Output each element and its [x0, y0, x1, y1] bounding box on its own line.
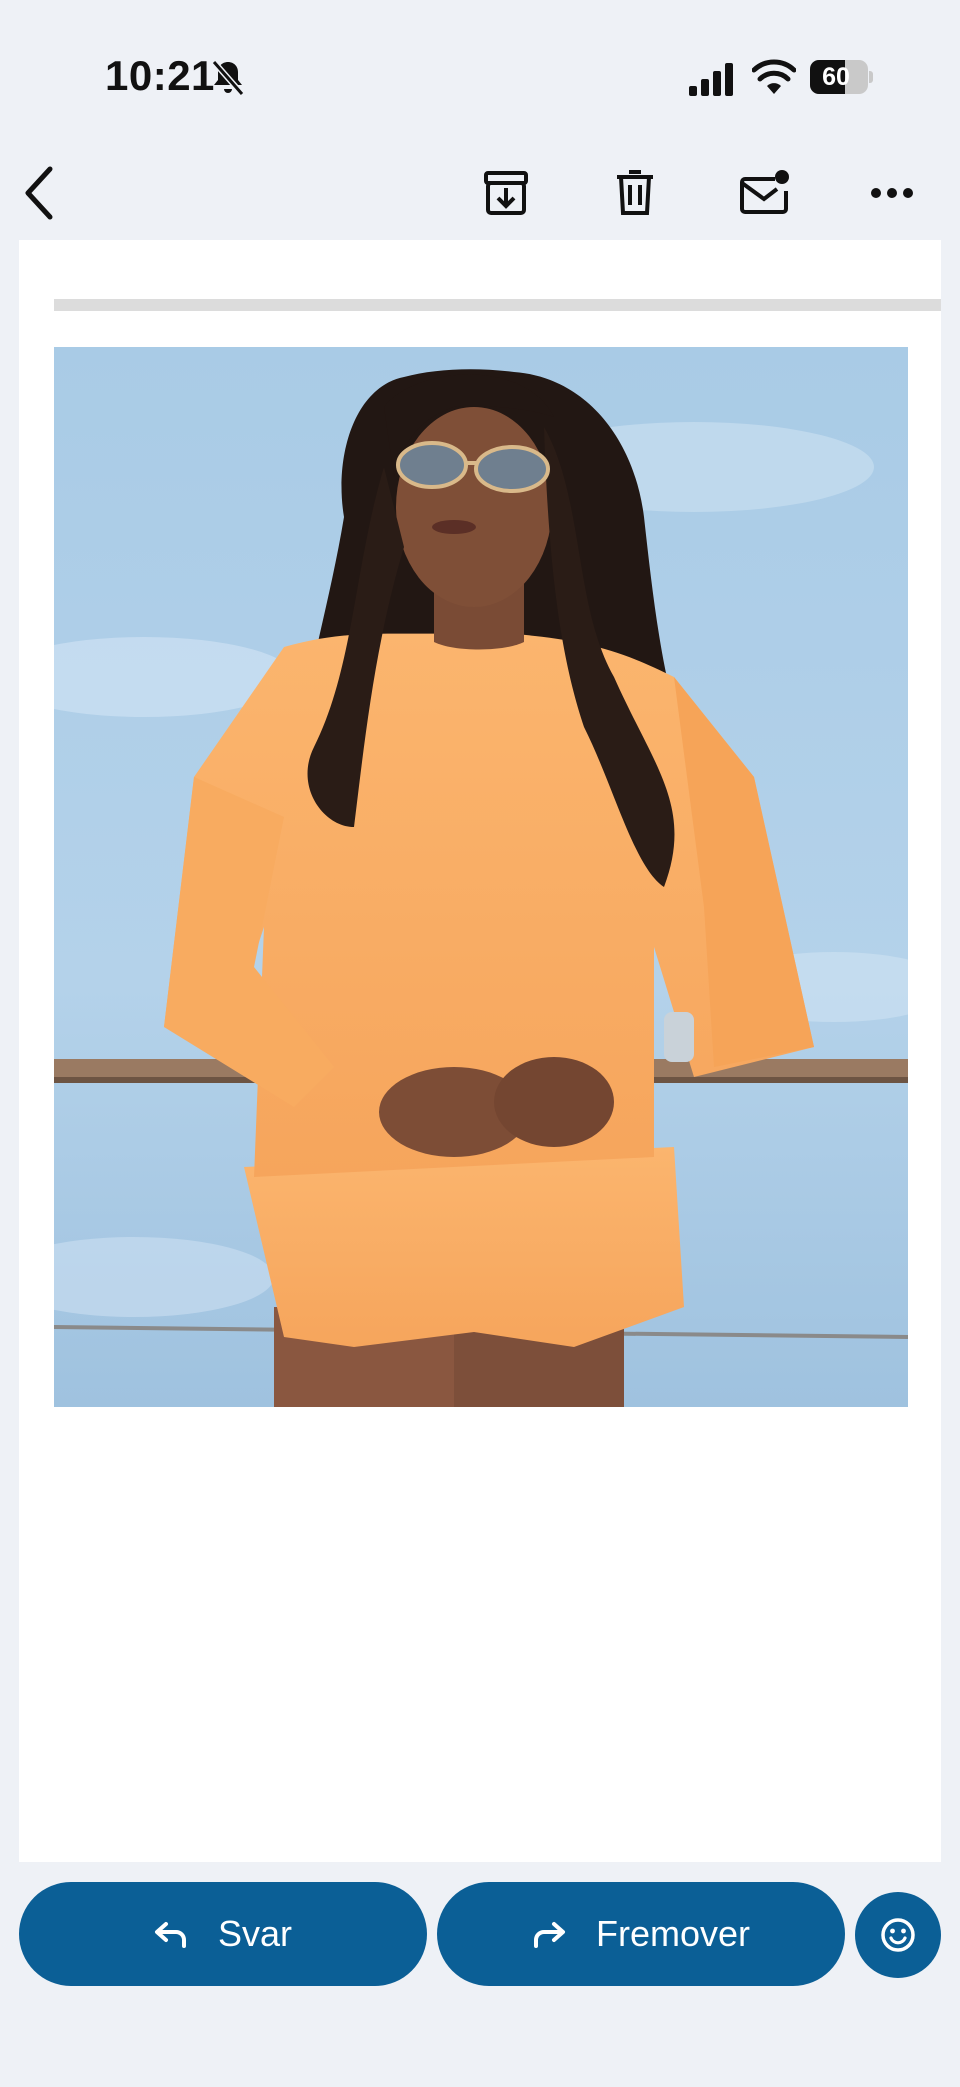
wifi-icon [752, 59, 796, 94]
photo-illustration [54, 347, 908, 1407]
mark-unread-button[interactable] [730, 158, 800, 228]
battery-cap [869, 71, 873, 83]
status-time: 10:21 [105, 52, 215, 99]
battery-level: 60 [822, 63, 850, 91]
back-arrow-icon [25, 166, 53, 220]
email-photo[interactable] [54, 347, 908, 1407]
delete-button[interactable] [600, 158, 670, 228]
more-options-icon [871, 188, 913, 198]
cellular-signal-icon [689, 63, 733, 96]
divider [54, 299, 941, 311]
mark-unread-icon [740, 170, 789, 214]
reply-arrow-icon [154, 1922, 186, 1948]
reply-button[interactable]: Svar [19, 1882, 427, 1986]
battery-body: 60 [810, 60, 868, 94]
forward-arrow-icon [533, 1922, 565, 1948]
archive-button[interactable] [471, 158, 541, 228]
battery-icon: 60 [810, 60, 873, 94]
email-toolbar [0, 150, 960, 240]
more-options-button[interactable] [857, 158, 927, 228]
emoji-reaction-button[interactable] [855, 1892, 941, 1978]
status-bar: 10:21 60 [0, 0, 960, 150]
reply-label: Svar [217, 1913, 293, 1954]
forward-button[interactable]: Fremover [437, 1882, 845, 1986]
forward-label: Fremover [595, 1913, 751, 1954]
bell-slash-icon [211, 60, 245, 96]
archive-icon [484, 171, 528, 215]
email-body [19, 240, 941, 1862]
back-button[interactable] [5, 158, 75, 228]
trash-icon [617, 170, 653, 215]
smiley-icon [881, 1918, 915, 1952]
